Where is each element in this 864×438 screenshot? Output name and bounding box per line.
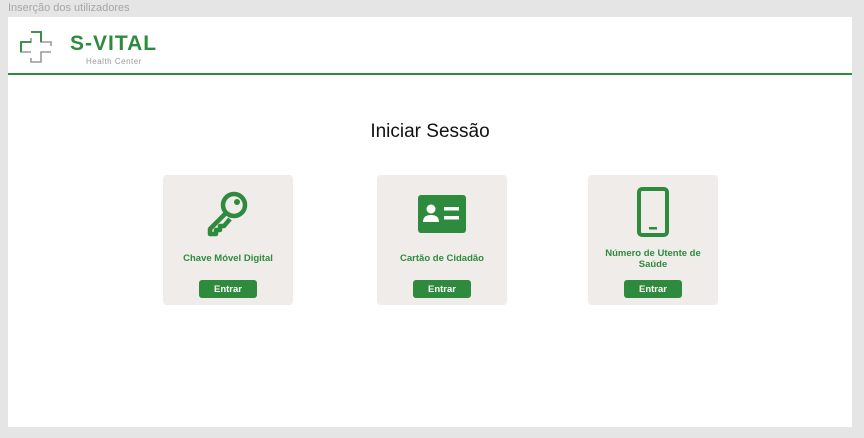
entrar-cartao-cidadao-button[interactable]: Entrar xyxy=(413,280,471,298)
option-label: Número de Utente de Saúde xyxy=(605,248,701,270)
frame-label: Inserção dos utilizadores xyxy=(8,2,130,14)
header: S-VITAL Health Center xyxy=(8,17,852,75)
brand-name: S-VITAL xyxy=(70,32,158,55)
medical-cross-icon xyxy=(20,31,52,63)
smartphone-icon xyxy=(588,187,718,239)
option-label: Chave Móvel Digital xyxy=(183,253,273,264)
brand-subtitle: Health Center xyxy=(86,57,142,66)
header-divider xyxy=(8,73,852,75)
option-label: Cartão de Cidadão xyxy=(400,253,484,264)
id-card-icon xyxy=(377,187,507,239)
entrar-numero-utente-button[interactable]: Entrar xyxy=(624,280,682,298)
login-option-cartao-cidadao: Cartão de Cidadão Entrar xyxy=(377,175,507,305)
login-option-chave-movel: Chave Móvel Digital Entrar xyxy=(163,175,293,305)
page-title: Iniciar Sessão xyxy=(370,121,490,142)
login-option-numero-utente: Número de Utente de Saúde Entrar xyxy=(588,175,718,305)
key-icon xyxy=(163,187,293,239)
entrar-chave-movel-button[interactable]: Entrar xyxy=(199,280,257,298)
artboard: S-VITAL Health Center Iniciar Sessão Cha… xyxy=(8,17,852,427)
